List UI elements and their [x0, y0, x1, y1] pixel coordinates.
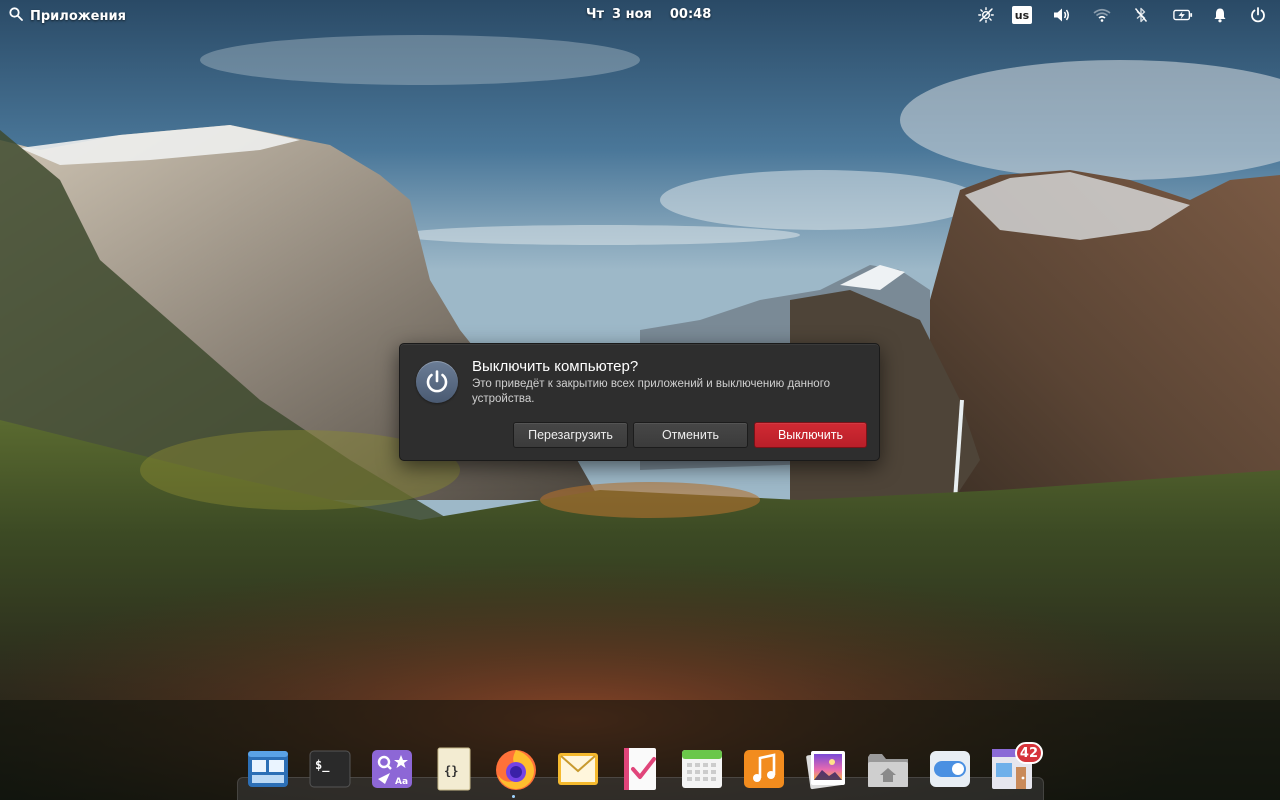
dialog-message: Это приведёт к закрытию всех приложений … [472, 378, 831, 405]
date-date: 3 ноя [612, 7, 652, 22]
dock-item-system-settings[interactable] [926, 745, 974, 793]
mail-icon [558, 753, 598, 785]
night-light-icon[interactable] [976, 6, 996, 24]
datetime-indicator[interactable]: Чт 3 ноя 00:48 [586, 7, 711, 22]
shutdown-button[interactable]: Выключить [754, 422, 867, 448]
svg-text:{}: {} [444, 764, 458, 778]
running-indicator [512, 795, 518, 798]
bluetooth-disabled-icon[interactable] [1131, 6, 1151, 24]
dock-item-app-center[interactable]: Aa [368, 745, 416, 793]
appcenter-icon: Aa [372, 750, 412, 788]
code-icon: {} [437, 747, 471, 791]
volume-icon[interactable] [1052, 6, 1072, 24]
applications-label: Приложения [30, 8, 126, 24]
notifications-icon[interactable] [1210, 6, 1230, 24]
time-label: 00:48 [669, 7, 712, 22]
cancel-button[interactable]: Отменить [633, 422, 748, 448]
music-icon [744, 750, 784, 788]
firefox-icon [496, 750, 536, 790]
dock-item-firefox[interactable] [492, 745, 540, 798]
keyboard-layout-label: us [1012, 6, 1032, 24]
updates-count-badge: 42 [1014, 742, 1043, 764]
calendar-icon [682, 750, 722, 788]
top-panel: Приложения Чт 3 ноя 00:48 us [0, 0, 1280, 30]
terminal-icon: $_ [309, 750, 351, 788]
tasks-icon [624, 748, 656, 790]
date-label: Чт 3 ноя [586, 7, 652, 22]
power-icon [416, 361, 458, 403]
photos-icon [806, 751, 845, 790]
settings-toggle-icon [930, 751, 970, 787]
multitasking-icon [248, 751, 288, 787]
svg-text:Aa: Aa [395, 777, 408, 787]
restart-button[interactable]: Перезагрузить [513, 422, 628, 448]
dock-item-terminal[interactable]: $_ [306, 745, 354, 793]
files-icon [868, 754, 908, 787]
dock-item-photos[interactable] [802, 745, 850, 793]
dock-item-calendar[interactable] [678, 745, 726, 793]
applications-menu[interactable]: Приложения [9, 7, 126, 25]
dock-item-tasks[interactable] [616, 745, 664, 793]
shutdown-dialog: Выключить компьютер? Это приведёт к закр… [399, 343, 880, 461]
dock-item-music[interactable] [740, 745, 788, 793]
dock-item-appcenter-updates[interactable]: 42 [988, 742, 1043, 793]
dock-item-multitasking-view[interactable] [244, 745, 292, 793]
date-day: Чт [586, 7, 605, 22]
keyboard-layout-indicator[interactable]: us [1012, 6, 1032, 24]
dock-item-files[interactable] [864, 745, 912, 793]
search-icon [9, 7, 23, 25]
dialog-title: Выключить компьютер? [472, 358, 639, 375]
battery-charging-icon[interactable] [1173, 6, 1193, 24]
power-icon[interactable] [1248, 6, 1268, 24]
svg-text:$_: $_ [315, 758, 330, 773]
dock-item-code[interactable]: {} [430, 745, 478, 793]
dock-item-mail[interactable] [554, 745, 602, 793]
network-wifi-icon[interactable] [1092, 6, 1112, 24]
